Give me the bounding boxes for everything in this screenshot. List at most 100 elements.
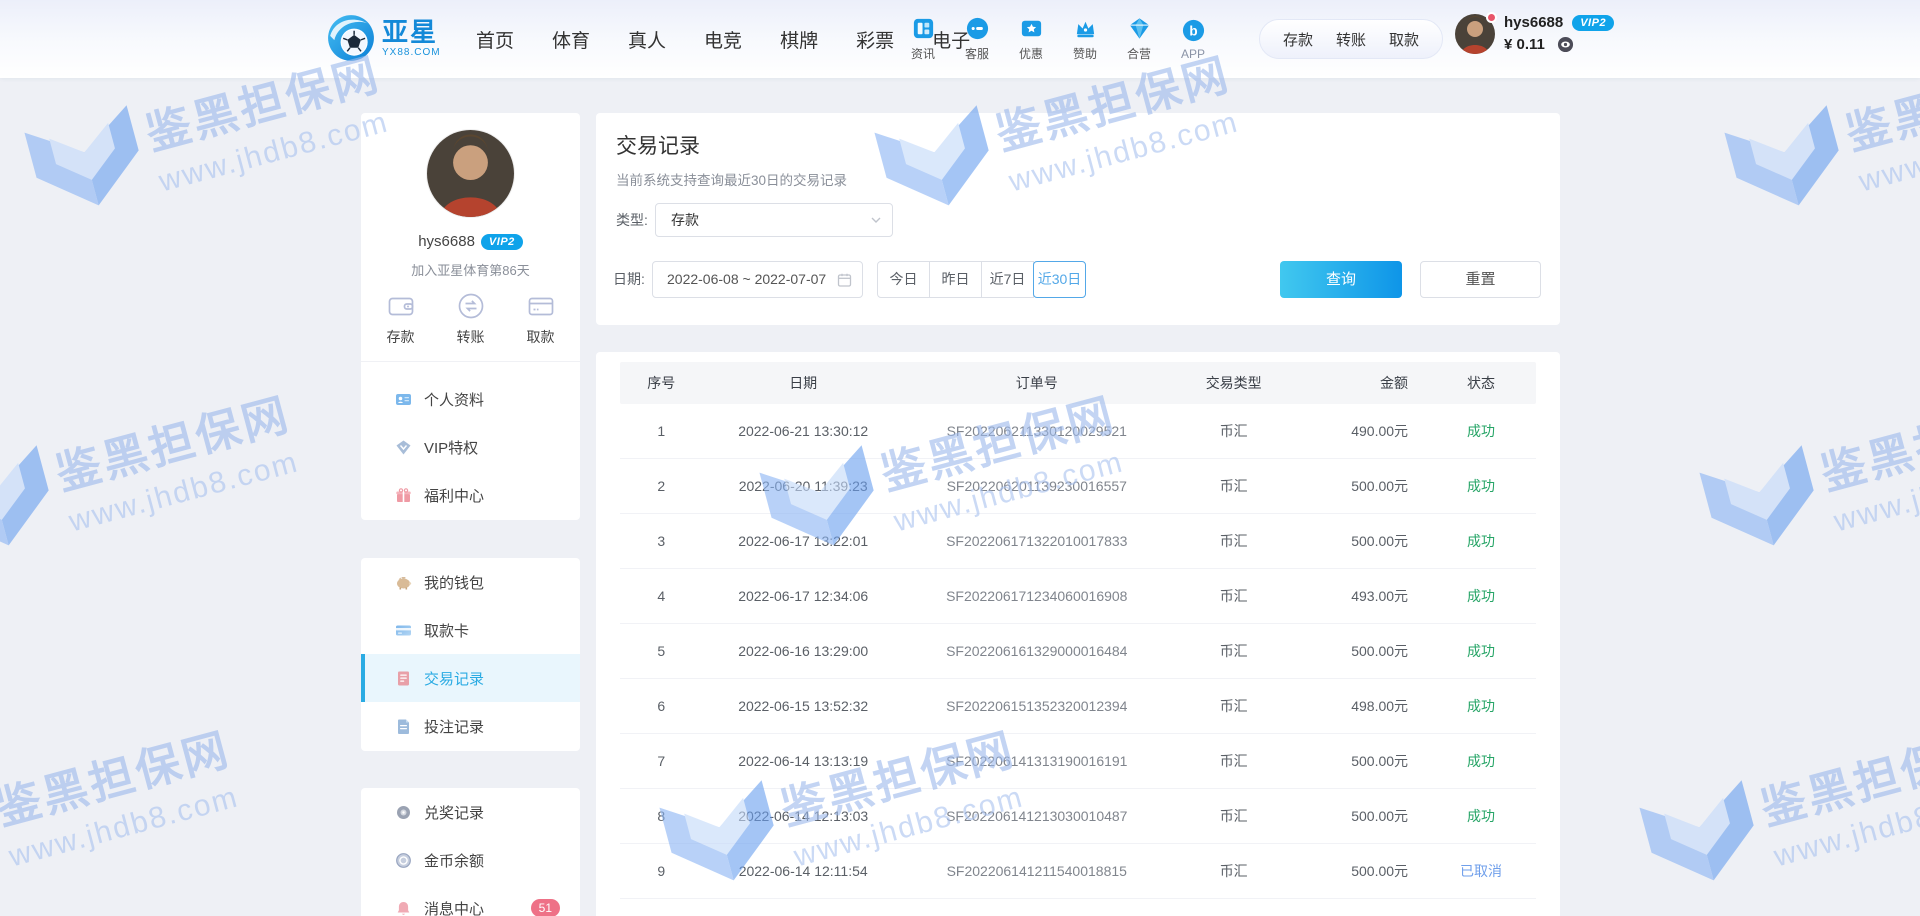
- table-row: 7 2022-06-14 13:13:19 SF2022061413131900…: [620, 734, 1536, 789]
- cell-date: 2022-06-17 12:34:06: [702, 588, 904, 604]
- sidebar-wallet-card: 我的钱包 取款卡 交易记录: [361, 558, 580, 751]
- nav-chess[interactable]: 棋牌: [772, 26, 826, 53]
- transfer-button[interactable]: 转账: [1336, 29, 1366, 50]
- cell-type: 币汇: [1170, 806, 1298, 826]
- withdraw-button[interactable]: 取款: [1389, 29, 1419, 50]
- profile-avatar[interactable]: [427, 130, 514, 217]
- sidebar-deposit-button[interactable]: 存款: [378, 291, 424, 347]
- logo-title: 亚星: [382, 19, 441, 45]
- date-range-value: 2022-06-08 ~ 2022-07-07: [667, 271, 826, 287]
- watermark-tile: 鉴黑担保网www.jhdb8.com: [0, 680, 318, 907]
- cell-date: 2022-06-15 13:52:32: [702, 698, 904, 714]
- nav-sports[interactable]: 体育: [544, 26, 598, 53]
- sidebar-item-label: 兑奖记录: [424, 802, 484, 823]
- site-logo[interactable]: 亚星 YX88.COM: [326, 13, 441, 63]
- cell-date: 2022-06-14 13:13:19: [702, 753, 904, 769]
- transaction-record-icon: [395, 670, 412, 687]
- cell-type: 币汇: [1170, 696, 1298, 716]
- table-row: 9 2022-06-14 12:11:54 SF2022061412115400…: [620, 844, 1536, 899]
- watermark-tile: 鉴黑担保网www.jhdb8.com: [1687, 345, 1920, 572]
- col-header-order: 订单号: [904, 373, 1170, 393]
- cell-no: 5: [620, 643, 702, 659]
- notification-dot: [1486, 12, 1497, 23]
- sidebar-item-vip[interactable]: VIP特权: [361, 423, 580, 471]
- sidebar-item-label: 取款卡: [424, 620, 469, 641]
- eye-toggle-icon[interactable]: [1557, 36, 1574, 53]
- sidebar-menu-account: 个人资料 VIP特权 福利中心: [361, 375, 580, 519]
- avatar[interactable]: [1455, 14, 1495, 54]
- range-yesterday-button[interactable]: 昨日: [929, 261, 982, 298]
- table-row: 1 2022-06-21 13:30:12 SF2022062113301200…: [620, 404, 1536, 459]
- range-today-button[interactable]: 今日: [877, 261, 930, 298]
- sidebar-item-label: 金币余额: [424, 850, 484, 871]
- sidebar-item-withdraw-card[interactable]: 取款卡: [361, 606, 580, 654]
- type-select[interactable]: 存款: [655, 203, 893, 237]
- sidebar-item-my-wallet[interactable]: 我的钱包: [361, 558, 580, 606]
- promo-button[interactable]: 优惠: [1009, 16, 1053, 62]
- sidebar-item-welfare[interactable]: 福利中心: [361, 471, 580, 519]
- cell-status: 成功: [1426, 641, 1536, 661]
- svg-text:b: b: [1189, 23, 1197, 38]
- cell-status: 成功: [1426, 476, 1536, 496]
- cell-status: 成功: [1426, 531, 1536, 551]
- cell-type: 币汇: [1170, 421, 1298, 441]
- coin-icon: [395, 852, 412, 869]
- table-row: 3 2022-06-17 13:22:01 SF2022061713220100…: [620, 514, 1536, 569]
- transactions-table-card: 序号 日期 订单号 交易类型 金额 状态 1 2022-06-21 13:30:…: [596, 352, 1560, 916]
- cell-status: 成功: [1426, 586, 1536, 606]
- col-header-date: 日期: [702, 373, 904, 393]
- type-label: 类型:: [616, 203, 648, 237]
- sidebar-item-betting-record[interactable]: 投注记录: [361, 702, 580, 750]
- customer-service-icon: [965, 16, 990, 41]
- cell-date: 2022-06-20 11:39:23: [702, 478, 904, 494]
- cell-type: 币汇: [1170, 641, 1298, 661]
- sidebar-transfer-button[interactable]: 转账: [448, 291, 494, 347]
- news-button[interactable]: 资讯: [901, 16, 945, 62]
- service-button[interactable]: 客服: [955, 16, 999, 62]
- sidebar-item-label: 投注记录: [424, 716, 484, 737]
- promo-label: 优惠: [1019, 45, 1043, 62]
- partner-button[interactable]: 合营: [1117, 16, 1161, 62]
- sidebar-item-redeem-record[interactable]: 兑奖记录: [361, 788, 580, 836]
- sidebar-withdraw-button[interactable]: 取款: [518, 291, 564, 347]
- app-icon: b: [1181, 18, 1206, 43]
- sidebar-withdraw-label: 取款: [527, 327, 555, 347]
- app-button[interactable]: b APP: [1171, 18, 1215, 61]
- header-quick-icons: 资讯 客服 优惠 赞助: [901, 0, 1215, 78]
- watermark-text: 鉴黑担保网: [1813, 378, 1920, 503]
- cell-amount: 493.00元: [1298, 586, 1426, 606]
- table-row: 8 2022-06-14 12:13:03 SF2022061412130300…: [620, 789, 1536, 844]
- nav-lottery[interactable]: 彩票: [848, 26, 902, 53]
- news-label: 资讯: [911, 45, 935, 62]
- sidebar-item-profile[interactable]: 个人资料: [361, 375, 580, 423]
- sidebar-item-transactions[interactable]: 交易记录: [361, 654, 580, 702]
- cell-order: SF202206201139230016557: [904, 478, 1170, 494]
- watermark-url: www.jhdb8.com: [1831, 444, 1920, 539]
- deposit-button[interactable]: 存款: [1283, 29, 1313, 50]
- search-button[interactable]: 查询: [1280, 261, 1402, 298]
- sponsor-button[interactable]: 赞助: [1063, 16, 1107, 62]
- cell-amount: 500.00元: [1298, 806, 1426, 826]
- sidebar-item-message-center[interactable]: 消息中心 51: [361, 884, 580, 916]
- sidebar-item-coin-balance[interactable]: 金币余额: [361, 836, 580, 884]
- sidebar-item-label: VIP特权: [424, 437, 478, 458]
- nav-live[interactable]: 真人: [620, 26, 674, 53]
- nav-esports[interactable]: 电竞: [696, 26, 750, 53]
- range-7days-button[interactable]: 近7日: [981, 261, 1034, 298]
- watermark-tile: 鉴黑担保网www.jhdb8.com: [1627, 680, 1920, 907]
- piggy-bank-icon: [395, 574, 412, 591]
- reset-button[interactable]: 重置: [1420, 261, 1541, 298]
- date-range-input[interactable]: 2022-06-08 ~ 2022-07-07: [652, 261, 863, 298]
- top-navbar: 亚星 YX88.COM 首页 体育 真人 电竞 棋牌 彩票 电子 资讯: [0, 0, 1920, 78]
- balance-amount: ¥ 0.11: [1504, 36, 1545, 53]
- table-row: 2 2022-06-20 11:39:23 SF2022062011392300…: [620, 459, 1536, 514]
- cell-status: 成功: [1426, 806, 1536, 826]
- medal-icon: [395, 804, 412, 821]
- cell-no: 8: [620, 808, 702, 824]
- cell-type: 币汇: [1170, 476, 1298, 496]
- type-select-value: 存款: [671, 212, 699, 228]
- wallet-actions-pill: 存款 转账 取款: [1259, 19, 1443, 59]
- range-30days-button[interactable]: 近30日: [1033, 261, 1086, 298]
- chevron-down-icon: [870, 214, 882, 226]
- nav-home[interactable]: 首页: [468, 26, 522, 53]
